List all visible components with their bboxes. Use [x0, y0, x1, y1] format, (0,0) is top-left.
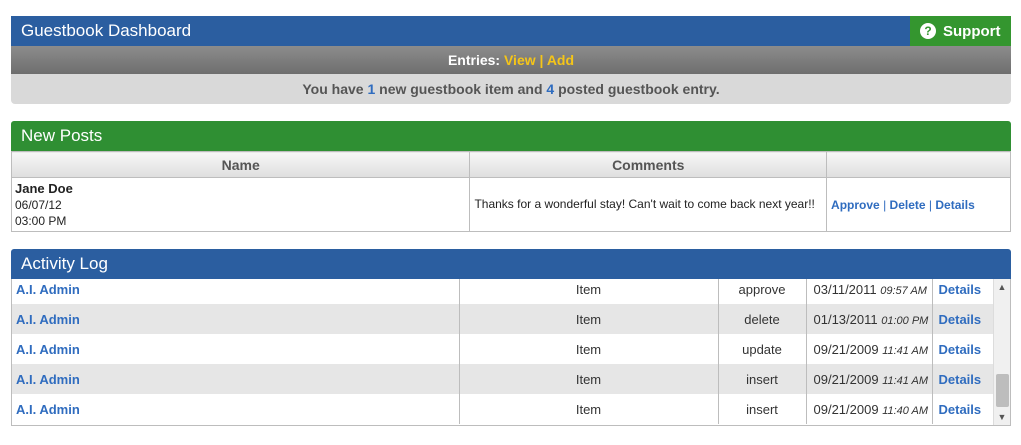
log-timestamp: 09/21/2009 11:41 AM	[806, 334, 933, 364]
post-time: 03:00 PM	[15, 213, 67, 228]
support-label: Support	[943, 22, 1001, 40]
summary-middle: new guestbook item and	[379, 81, 543, 97]
delete-link[interactable]: Delete	[890, 198, 926, 212]
post-comment: Thanks for a wonderful stay! Can't wait …	[469, 177, 828, 232]
activity-log-table: A.I. Admin Item approve 03/11/2011 09:57…	[12, 279, 994, 424]
log-details-link[interactable]: Details	[932, 394, 994, 424]
entries-bar: Entries: View | Add	[11, 46, 1011, 74]
log-date: 09/21/2009	[813, 371, 879, 387]
log-user-link[interactable]: A.I. Admin	[12, 394, 460, 424]
entries-label: Entries:	[447, 52, 501, 68]
log-time: 11:41 AM	[882, 374, 929, 387]
log-action: insert	[718, 394, 807, 424]
activity-log-panel[interactable]: A.I. Admin Item approve 03/11/2011 09:57…	[11, 279, 1011, 426]
log-date: 09/21/2009	[813, 401, 879, 417]
log-type: Item	[459, 279, 719, 304]
posted-entry-count: 4	[546, 81, 555, 97]
log-user-link[interactable]: A.I. Admin	[12, 279, 460, 304]
scroll-up-arrow-icon[interactable]: ▲	[994, 279, 1010, 295]
details-link[interactable]: Details	[935, 198, 974, 212]
table-row: Jane Doe 06/07/12 03:00 PM Thanks for a …	[10, 177, 1011, 232]
new-posts-header: New Posts	[11, 121, 1011, 151]
log-time: 11:41 AM	[882, 344, 929, 357]
table-row: A.I. Admin Item approve 03/11/2011 09:57…	[12, 279, 994, 304]
post-author-cell: Jane Doe 06/07/12 03:00 PM	[10, 177, 471, 232]
log-action: delete	[718, 304, 807, 334]
log-timestamp: 09/21/2009 11:41 AM	[806, 364, 933, 394]
summary-suffix: posted guestbook entry.	[558, 81, 720, 97]
column-header-name: Name	[10, 151, 471, 178]
log-type: Item	[459, 304, 719, 334]
log-date: 03/11/2011	[813, 281, 877, 297]
table-row: A.I. Admin Item insert 09/21/2009 11:41 …	[12, 364, 994, 394]
activity-log-header: Activity Log	[11, 249, 1011, 279]
post-actions-cell: Approve | Delete | Details	[826, 177, 1011, 232]
help-icon: ?	[920, 23, 936, 39]
log-time: 09:57 AM	[880, 284, 927, 297]
log-details-link[interactable]: Details	[932, 364, 994, 394]
scroll-down-arrow-icon[interactable]: ▼	[994, 409, 1010, 425]
column-header-comments: Comments	[469, 151, 828, 178]
log-user-link[interactable]: A.I. Admin	[12, 304, 460, 334]
log-time: 11:40 AM	[882, 404, 929, 417]
new-posts-table: Name Comments Jane Doe 06/07/12 03:00 PM…	[10, 151, 1011, 232]
post-date: 06/07/12	[15, 197, 62, 212]
log-date: 01/13/2011	[813, 311, 878, 327]
activity-log-title: Activity Log	[21, 254, 108, 273]
summary-bar: You have 1 new guestbook item and 4 post…	[11, 74, 1011, 104]
table-row: A.I. Admin Item delete 01/13/2011 01:00 …	[12, 304, 994, 334]
log-type: Item	[459, 394, 719, 424]
page-title: Guestbook Dashboard	[21, 21, 192, 40]
action-separator: |	[883, 197, 887, 212]
log-timestamp: 09/21/2009 11:40 AM	[806, 394, 933, 424]
log-timestamp: 03/11/2011 09:57 AM	[806, 279, 933, 304]
entries-add-link[interactable]: Add	[547, 52, 574, 68]
log-action: update	[718, 334, 807, 364]
new-item-count: 1	[367, 81, 376, 97]
log-details-link[interactable]: Details	[932, 334, 994, 364]
log-type: Item	[459, 334, 719, 364]
log-user-link[interactable]: A.I. Admin	[12, 364, 460, 394]
log-date: 09/21/2009	[813, 341, 879, 357]
support-button[interactable]: ? Support	[910, 16, 1011, 46]
column-header-actions	[826, 151, 1011, 178]
post-author-name: Jane Doe	[15, 180, 73, 196]
approve-link[interactable]: Approve	[831, 198, 880, 212]
action-separator: |	[928, 197, 933, 212]
dashboard-header: Guestbook Dashboard ? Support	[11, 16, 1011, 46]
log-time: 01:00 PM	[881, 314, 929, 327]
log-user-link[interactable]: A.I. Admin	[12, 334, 460, 364]
entries-view-link[interactable]: View	[504, 52, 536, 68]
log-action: insert	[718, 364, 807, 394]
log-details-link[interactable]: Details	[932, 304, 994, 334]
log-details-link[interactable]: Details	[932, 279, 994, 304]
table-row: A.I. Admin Item update 09/21/2009 11:41 …	[12, 334, 994, 364]
scrollbar-thumb[interactable]	[996, 374, 1009, 407]
entries-separator: |	[539, 52, 544, 68]
log-type: Item	[459, 364, 719, 394]
log-timestamp: 01/13/2011 01:00 PM	[806, 304, 933, 334]
log-action: approve	[718, 279, 807, 304]
summary-prefix: You have	[302, 81, 364, 97]
new-posts-title: New Posts	[21, 126, 103, 145]
table-row: A.I. Admin Item insert 09/21/2009 11:40 …	[12, 394, 994, 424]
log-scrollbar[interactable]: ▲ ▼	[993, 279, 1010, 425]
